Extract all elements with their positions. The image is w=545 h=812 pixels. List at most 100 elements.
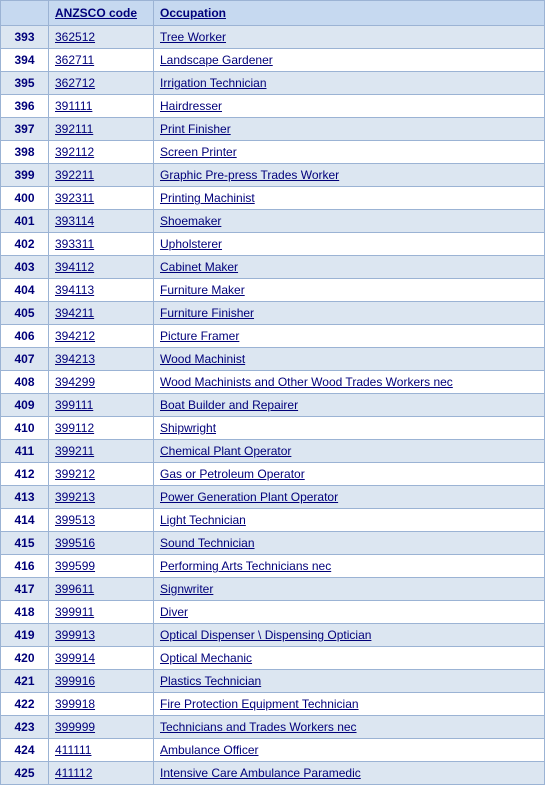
row-occupation[interactable]: Diver xyxy=(154,601,545,624)
row-num: 394 xyxy=(1,49,49,72)
row-occupation[interactable]: Sound Technician xyxy=(154,532,545,555)
table-row: 422399918Fire Protection Equipment Techn… xyxy=(1,693,545,716)
row-code[interactable]: 392311 xyxy=(49,187,154,210)
row-code[interactable]: 399913 xyxy=(49,624,154,647)
row-num: 406 xyxy=(1,325,49,348)
row-code[interactable]: 399213 xyxy=(49,486,154,509)
row-code[interactable]: 392111 xyxy=(49,118,154,141)
header-occupation[interactable]: Occupation xyxy=(154,1,545,26)
row-occupation[interactable]: Signwriter xyxy=(154,578,545,601)
table-row: 398392112Screen Printer xyxy=(1,141,545,164)
row-code[interactable]: 392211 xyxy=(49,164,154,187)
table-row: 405394211Furniture Finisher xyxy=(1,302,545,325)
row-code[interactable]: 393114 xyxy=(49,210,154,233)
row-occupation[interactable]: Shipwright xyxy=(154,417,545,440)
row-code[interactable]: 393311 xyxy=(49,233,154,256)
row-occupation[interactable]: Irrigation Technician xyxy=(154,72,545,95)
row-num: 403 xyxy=(1,256,49,279)
occupation-table: ANZSCO code Occupation 393362512Tree Wor… xyxy=(0,0,545,785)
row-occupation[interactable]: Graphic Pre-press Trades Worker xyxy=(154,164,545,187)
table-row: 409399111Boat Builder and Repairer xyxy=(1,394,545,417)
row-occupation[interactable]: Technicians and Trades Workers nec xyxy=(154,716,545,739)
row-code[interactable]: 399918 xyxy=(49,693,154,716)
table-row: 404394113Furniture Maker xyxy=(1,279,545,302)
row-num: 415 xyxy=(1,532,49,555)
table-row: 418399911Diver xyxy=(1,601,545,624)
row-occupation[interactable]: Optical Dispenser \ Dispensing Optician xyxy=(154,624,545,647)
row-code[interactable]: 399212 xyxy=(49,463,154,486)
row-occupation[interactable]: Gas or Petroleum Operator xyxy=(154,463,545,486)
row-code[interactable]: 394211 xyxy=(49,302,154,325)
table-row: 407394213Wood Machinist xyxy=(1,348,545,371)
row-code[interactable]: 362711 xyxy=(49,49,154,72)
row-code[interactable]: 399513 xyxy=(49,509,154,532)
row-num: 396 xyxy=(1,95,49,118)
row-occupation[interactable]: Tree Worker xyxy=(154,26,545,49)
row-occupation[interactable]: Landscape Gardener xyxy=(154,49,545,72)
row-occupation[interactable]: Plastics Technician xyxy=(154,670,545,693)
table-row: 423399999Technicians and Trades Workers … xyxy=(1,716,545,739)
row-code[interactable]: 399914 xyxy=(49,647,154,670)
row-occupation[interactable]: Printing Machinist xyxy=(154,187,545,210)
row-occupation[interactable]: Upholsterer xyxy=(154,233,545,256)
row-code[interactable]: 394112 xyxy=(49,256,154,279)
row-code[interactable]: 394213 xyxy=(49,348,154,371)
row-code[interactable]: 399999 xyxy=(49,716,154,739)
row-occupation[interactable]: Power Generation Plant Operator xyxy=(154,486,545,509)
row-occupation[interactable]: Fire Protection Equipment Technician xyxy=(154,693,545,716)
row-code[interactable]: 399112 xyxy=(49,417,154,440)
row-code[interactable]: 362512 xyxy=(49,26,154,49)
row-occupation[interactable]: Shoemaker xyxy=(154,210,545,233)
row-occupation[interactable]: Picture Framer xyxy=(154,325,545,348)
row-occupation[interactable]: Performing Arts Technicians nec xyxy=(154,555,545,578)
row-occupation[interactable]: Hairdresser xyxy=(154,95,545,118)
row-occupation[interactable]: Wood Machinists and Other Wood Trades Wo… xyxy=(154,371,545,394)
row-occupation[interactable]: Print Finisher xyxy=(154,118,545,141)
table-header-row: ANZSCO code Occupation xyxy=(1,1,545,26)
row-code[interactable]: 394299 xyxy=(49,371,154,394)
row-occupation[interactable]: Cabinet Maker xyxy=(154,256,545,279)
row-code[interactable]: 399911 xyxy=(49,601,154,624)
row-num: 393 xyxy=(1,26,49,49)
row-occupation[interactable]: Ambulance Officer xyxy=(154,739,545,762)
row-occupation[interactable]: Boat Builder and Repairer xyxy=(154,394,545,417)
row-code[interactable]: 391111 xyxy=(49,95,154,118)
table-row: 424411111Ambulance Officer xyxy=(1,739,545,762)
row-num: 419 xyxy=(1,624,49,647)
row-num: 413 xyxy=(1,486,49,509)
table-row: 417399611Signwriter xyxy=(1,578,545,601)
row-code[interactable]: 399916 xyxy=(49,670,154,693)
table-row: 396391111Hairdresser xyxy=(1,95,545,118)
row-num: 404 xyxy=(1,279,49,302)
row-code[interactable]: 411112 xyxy=(49,762,154,785)
row-num: 407 xyxy=(1,348,49,371)
row-code[interactable]: 399599 xyxy=(49,555,154,578)
row-code[interactable]: 362712 xyxy=(49,72,154,95)
row-num: 417 xyxy=(1,578,49,601)
table-row: 411399211Chemical Plant Operator xyxy=(1,440,545,463)
row-code[interactable]: 399111 xyxy=(49,394,154,417)
row-occupation[interactable]: Wood Machinist xyxy=(154,348,545,371)
row-code[interactable]: 399211 xyxy=(49,440,154,463)
row-occupation[interactable]: Furniture Finisher xyxy=(154,302,545,325)
row-code[interactable]: 399611 xyxy=(49,578,154,601)
row-occupation[interactable]: Intensive Care Ambulance Paramedic xyxy=(154,762,545,785)
row-occupation[interactable]: Optical Mechanic xyxy=(154,647,545,670)
header-anzsco[interactable]: ANZSCO code xyxy=(49,1,154,26)
row-occupation[interactable]: Light Technician xyxy=(154,509,545,532)
row-num: 412 xyxy=(1,463,49,486)
row-code[interactable]: 399516 xyxy=(49,532,154,555)
header-num xyxy=(1,1,49,26)
row-code[interactable]: 394212 xyxy=(49,325,154,348)
table-row: 414399513Light Technician xyxy=(1,509,545,532)
table-row: 401393114Shoemaker xyxy=(1,210,545,233)
row-occupation[interactable]: Chemical Plant Operator xyxy=(154,440,545,463)
table-row: 395362712Irrigation Technician xyxy=(1,72,545,95)
row-occupation[interactable]: Furniture Maker xyxy=(154,279,545,302)
row-code[interactable]: 392112 xyxy=(49,141,154,164)
row-code[interactable]: 411111 xyxy=(49,739,154,762)
row-num: 422 xyxy=(1,693,49,716)
row-occupation[interactable]: Screen Printer xyxy=(154,141,545,164)
row-num: 420 xyxy=(1,647,49,670)
row-code[interactable]: 394113 xyxy=(49,279,154,302)
